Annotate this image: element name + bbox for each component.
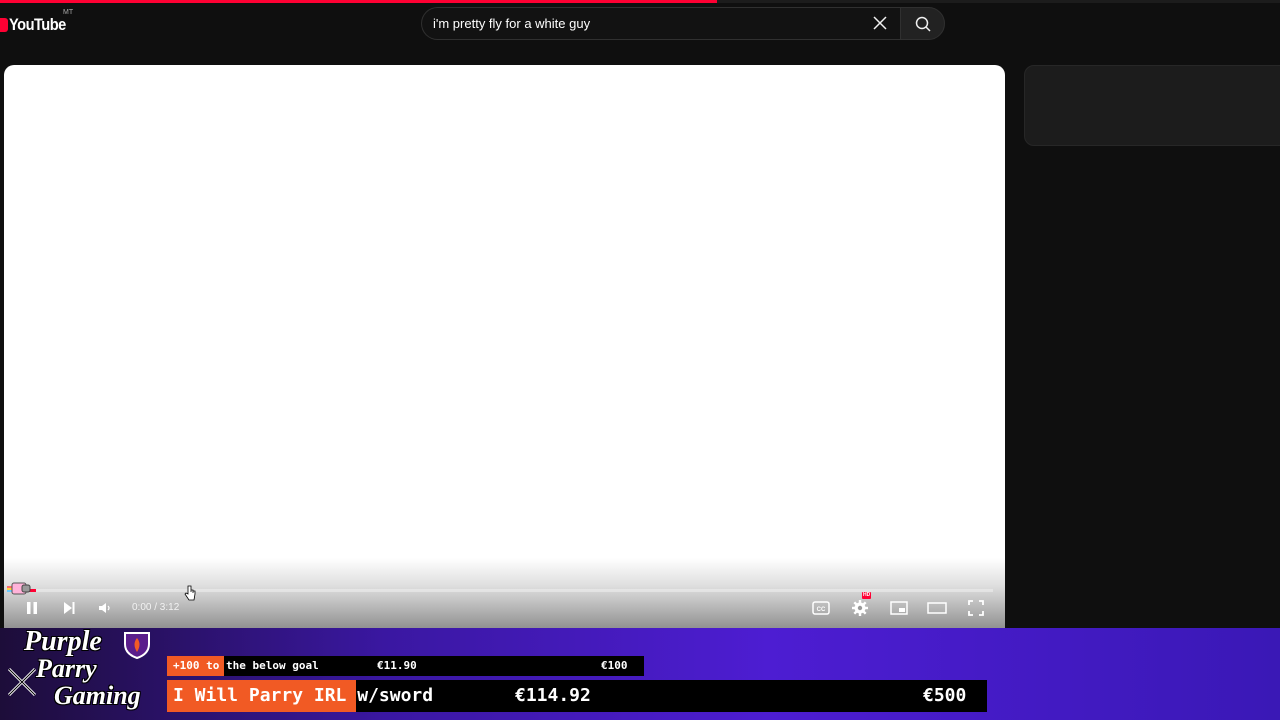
time-display: 0:00 / 3:12 bbox=[132, 602, 180, 613]
close-icon bbox=[873, 16, 887, 30]
settings-button[interactable]: HD bbox=[849, 592, 872, 619]
seek-bar[interactable] bbox=[16, 589, 993, 592]
theater-icon bbox=[927, 602, 947, 614]
pause-button[interactable] bbox=[22, 597, 42, 619]
goal-main-target: €500 bbox=[923, 685, 967, 706]
brand-line-2: Parry bbox=[36, 654, 97, 683]
pause-icon bbox=[27, 602, 37, 614]
goal-main-current: €114.92 bbox=[515, 685, 591, 706]
next-button[interactable] bbox=[59, 597, 79, 619]
youtube-play-icon bbox=[0, 18, 8, 32]
captions-icon: CC bbox=[812, 601, 830, 615]
youtube-logo[interactable]: YouTube bbox=[0, 13, 75, 37]
svg-text:CC: CC bbox=[817, 607, 826, 613]
search-query[interactable]: i'm pretty fly for a white guy bbox=[433, 16, 590, 31]
goal-small-target: €100 bbox=[601, 659, 628, 672]
donation-goal-main: I Will Parry IRL w/sword €114.92 €500 bbox=[167, 680, 987, 712]
fullscreen-button[interactable] bbox=[965, 597, 987, 619]
logo-text: YouTube bbox=[9, 15, 66, 34]
brand-line-3: Gaming bbox=[54, 681, 141, 710]
hand-cursor-icon bbox=[184, 585, 196, 601]
next-icon bbox=[64, 602, 75, 614]
goal-small-label: +100 to the below goal bbox=[173, 659, 319, 672]
fullscreen-icon bbox=[968, 600, 984, 616]
miniplayer-icon bbox=[890, 601, 908, 615]
recommendation-card-placeholder[interactable] bbox=[1024, 65, 1280, 146]
hd-badge: HD bbox=[862, 592, 872, 599]
volume-icon bbox=[99, 603, 110, 613]
nyan-cat-scrubber-icon[interactable] bbox=[7, 581, 33, 597]
clear-search-button[interactable] bbox=[866, 9, 894, 37]
search-button[interactable] bbox=[900, 7, 945, 40]
mute-button[interactable] bbox=[95, 597, 115, 619]
theater-mode-button[interactable] bbox=[926, 597, 948, 619]
crossed-swords-icon bbox=[7, 667, 37, 697]
goal-small-current: €11.90 bbox=[377, 659, 417, 672]
masthead: YouTube MT i'm pretty fly for a white gu… bbox=[0, 3, 1280, 47]
purple-parry-gaming-logo: Purple Parry Gaming bbox=[6, 624, 166, 720]
gear-icon bbox=[852, 600, 868, 616]
region-code: MT bbox=[63, 9, 74, 16]
search-input[interactable]: i'm pretty fly for a white guy bbox=[421, 7, 901, 40]
donation-goal-small: +100 to the below goal €11.90 €100 bbox=[167, 656, 644, 676]
shield-icon bbox=[124, 632, 150, 660]
video-player[interactable]: 0:00 / 3:12 CC HD bbox=[4, 65, 1005, 628]
goal-main-label: I Will Parry IRL w/sword bbox=[173, 685, 434, 706]
captions-button[interactable]: CC bbox=[810, 597, 832, 619]
miniplayer-button[interactable] bbox=[888, 597, 910, 619]
search-icon bbox=[915, 16, 931, 32]
